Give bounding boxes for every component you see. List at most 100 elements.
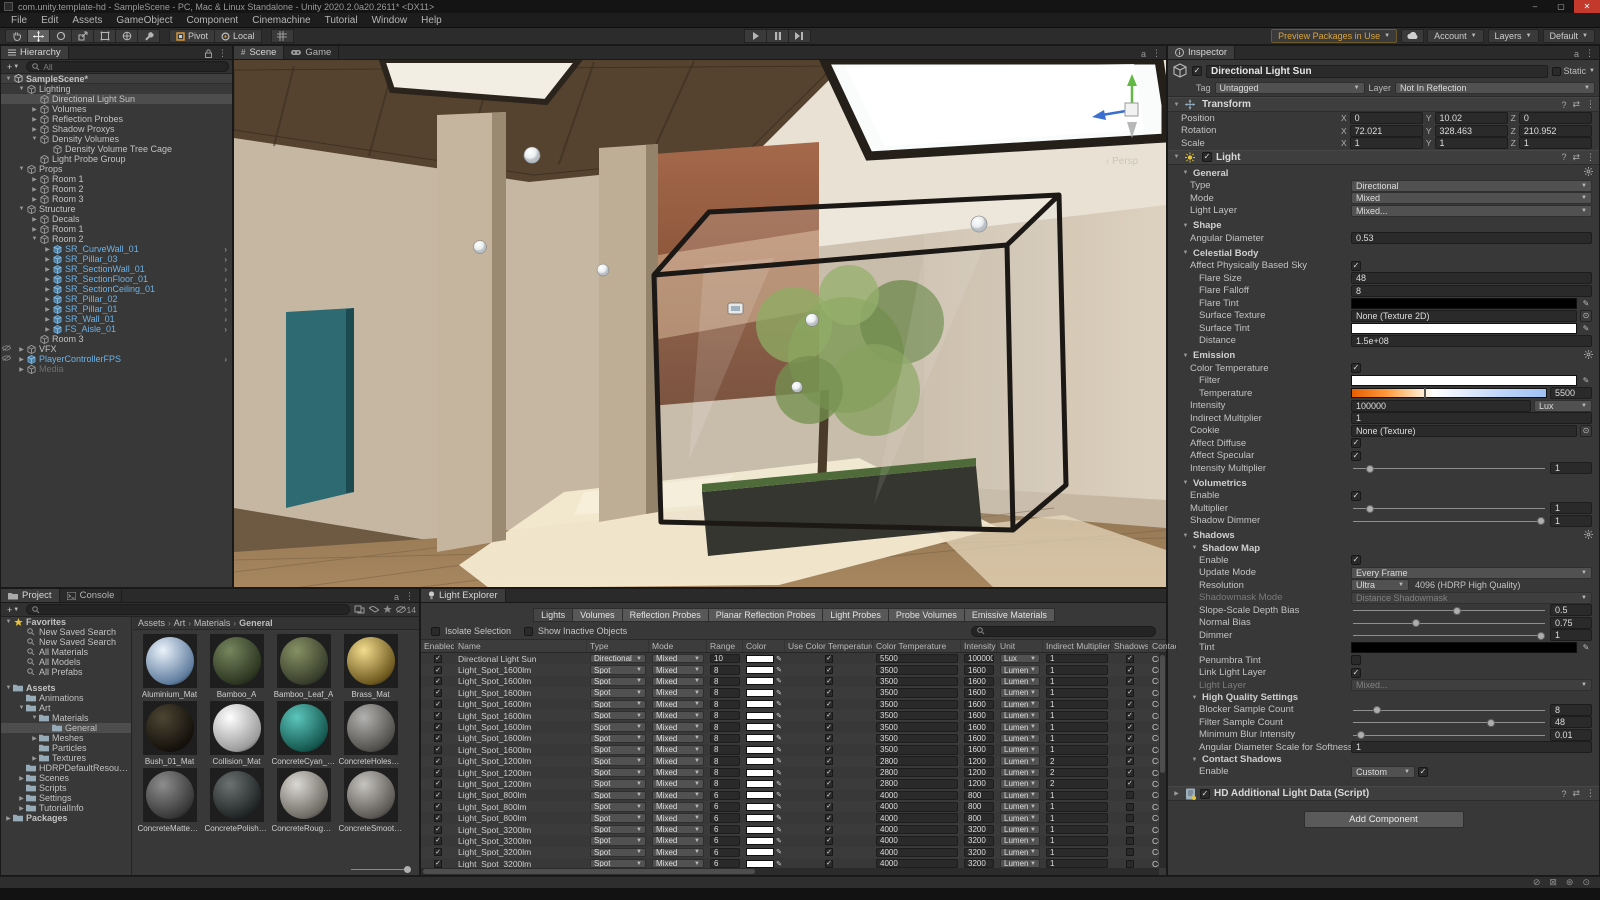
indirect-multiplier-field[interactable]: 1 [1046,734,1108,744]
menu-component[interactable]: Component [180,15,246,26]
unit-dropdown[interactable]: Lumen▼ [1000,779,1040,789]
shadows-checkbox[interactable]: ✓ [1126,746,1134,754]
color-swatch[interactable] [746,803,774,811]
panel-lock-icon[interactable]: a [394,592,399,602]
flare-size-field[interactable]: 48 [1351,272,1592,284]
surface-tint-color-swatch[interactable] [1351,323,1577,334]
mode-dropdown[interactable]: Mixed▼ [652,722,704,732]
menu-gameobject[interactable]: GameObject [109,15,179,26]
use-ct-checkbox[interactable]: ✓ [825,826,833,834]
scale-tool[interactable] [71,29,94,43]
hierarchy-item[interactable]: ▶SR_Pillar_01› [1,304,232,314]
breadcrumb-segment[interactable]: Materials [194,618,231,628]
surface-texture-object-field[interactable]: None (Texture 2D) [1351,310,1577,322]
shadows-checkbox[interactable]: ✓ [1126,655,1134,663]
range-field[interactable]: 8 [710,745,740,755]
indirect-multiplier-field[interactable]: 1 [1046,825,1108,835]
slider-knob[interactable] [1357,731,1365,739]
light-explorer-tab-lights[interactable]: Lights [533,608,573,622]
mode-dropdown[interactable]: Mixed▼ [652,813,704,823]
layers-dropdown[interactable]: Layers▼ [1488,29,1539,43]
column-header[interactable]: Intensity [961,640,997,652]
color-swatch[interactable] [746,780,774,788]
foldout-arrow-icon[interactable]: ▶ [43,256,52,263]
foldout-arrow-icon[interactable]: ▶ [30,186,39,193]
foldout-arrow-icon[interactable]: ▼ [17,705,26,711]
type-dropdown[interactable]: Spot▼ [590,665,646,675]
range-field[interactable]: 6 [710,813,740,823]
use-ct-checkbox[interactable]: ✓ [825,723,833,731]
hierarchy-item[interactable]: ▶Volumes [1,104,232,114]
foldout-arrow-icon[interactable]: ▶ [30,196,39,203]
scene-tab[interactable]: # Scene [234,46,284,59]
enabled-checkbox[interactable]: ✓ [434,769,442,777]
use-ct-checkbox[interactable]: ✓ [825,746,833,754]
hierarchy-item[interactable]: ▶Decals [1,214,232,224]
vector-x-field[interactable]: 72.021 [1350,125,1423,137]
light-table-row[interactable]: ✓Directional Light SunDirectional▼Mixed▼… [421,653,1159,664]
enabled-checkbox[interactable]: ✓ [434,860,442,868]
more-icon[interactable]: ⋮ [1586,152,1595,163]
menu-window[interactable]: Window [365,15,415,26]
enabled-checkbox[interactable]: ✓ [434,848,442,856]
type-dropdown[interactable]: Spot▼ [590,756,646,766]
use-ct-checkbox[interactable]: ✓ [825,666,833,674]
foldout-arrow-icon[interactable]: ▶ [43,306,52,313]
section-gear-icon[interactable] [1584,167,1593,179]
project-folder-item[interactable]: New Saved Search [1,637,131,647]
use-ct-checkbox[interactable]: ✓ [825,860,833,868]
component-header-transform[interactable]: ▼Transform?⇄⋮ [1168,97,1599,112]
play-button[interactable] [744,29,767,43]
foldout-arrow-icon[interactable]: ▶ [17,366,26,373]
enabled-checkbox[interactable]: ✓ [434,655,442,663]
foldout-arrow-icon[interactable]: ▼ [1172,102,1181,108]
range-field[interactable]: 8 [710,688,740,698]
section-gear-icon[interactable] [1584,530,1593,542]
indirect-multiplier-field[interactable]: 1 [1046,745,1108,755]
type-dropdown[interactable]: Spot▼ [590,768,646,778]
enabled-checkbox[interactable]: ✓ [434,734,442,742]
color-swatch[interactable] [746,689,774,697]
slider-knob[interactable] [1366,465,1374,473]
flare-falloff-field[interactable]: 8 [1351,285,1592,297]
slope-scale-depth-bias-value-field[interactable]: 0.5 [1550,604,1592,616]
use-ct-checkbox[interactable]: ✓ [825,803,833,811]
light-explorer-tab-emissive-materials[interactable]: Emissive Materials [964,608,1055,622]
range-field[interactable]: 6 [710,859,740,868]
asset-item[interactable]: ConcretePolished... [203,768,270,833]
menu-help[interactable]: Help [414,15,449,26]
hierarchy-item[interactable]: ▶SR_SectionCeiling_01› [1,284,232,294]
foldout-arrow-icon[interactable]: ▶ [43,296,52,303]
unit-dropdown[interactable]: Lumen▼ [1000,734,1040,744]
foldout-arrow-icon[interactable]: ▼ [4,685,13,691]
mode-dropdown[interactable]: Mixed▼ [652,848,704,858]
link-light-layer-checkbox[interactable]: ✓ [1351,668,1361,678]
light-table-row[interactable]: ✓Light_Spot_800lmSpot▼Mixed▼6✎✓4000800Lu… [421,801,1159,812]
foldout-arrow-icon[interactable]: ▶ [30,116,39,123]
project-folder-item[interactable]: ▶TutorialInfo [1,803,131,813]
foldout-arrow-icon[interactable]: ▶ [30,176,39,183]
preview-packages-dropdown[interactable]: Preview Packages in Use▼ [1271,29,1397,43]
indirect-multiplier-field[interactable]: 1 [1046,677,1108,687]
indirect-multiplier-field[interactable]: 1 [1046,836,1108,846]
search-by-label-icon[interactable] [369,606,379,614]
eyedropper-icon[interactable]: ✎ [776,723,782,731]
hierarchy-item[interactable]: ▶SR_Pillar_03› [1,254,232,264]
indirect-multiplier-field[interactable]: 2 [1046,768,1108,778]
foldout-arrow-icon[interactable]: ▼ [17,166,26,172]
color-temperature-field[interactable]: 3500 [876,688,958,698]
color-temperature-field[interactable]: 3500 [876,677,958,687]
range-field[interactable]: 8 [710,734,740,744]
shadows-checkbox[interactable]: ✓ [1126,666,1134,674]
indirect-multiplier-field[interactable]: 1 [1046,688,1108,698]
color-temperature-field[interactable]: 3500 [876,700,958,710]
eyedropper-icon[interactable]: ✎ [776,791,782,799]
project-folder-item[interactable]: ▶Settings [1,793,131,803]
hierarchy-item[interactable]: ▶Media [1,364,232,374]
color-temperature-field[interactable]: 3500 [876,665,958,675]
enabled-checkbox[interactable]: ✓ [434,814,442,822]
light-explorer-tab-volumes[interactable]: Volumes [572,608,623,622]
grid-snapping-button[interactable] [271,29,294,43]
light-table-row[interactable]: ✓Light_Spot_1600lmSpot▼Mixed▼8✎✓35001600… [421,710,1159,721]
asset-item[interactable]: Collision_Mat [203,701,270,766]
